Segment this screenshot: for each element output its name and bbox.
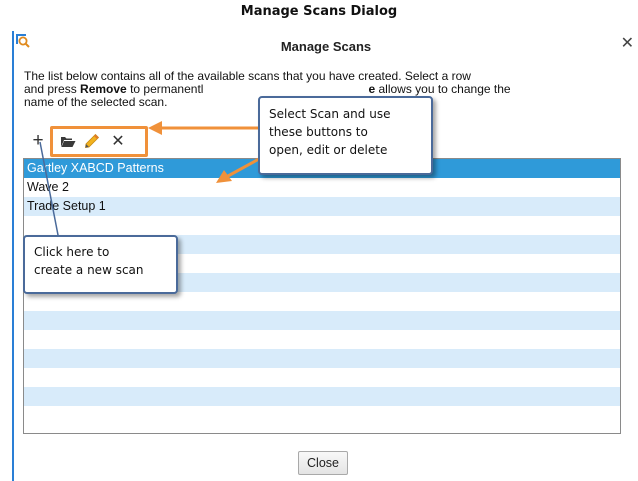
close-button[interactable]: Close xyxy=(298,451,348,475)
scan-row[interactable] xyxy=(24,349,620,368)
close-icon: ✕ xyxy=(111,133,125,150)
scan-row[interactable] xyxy=(24,292,620,311)
toolbar-callout: Select Scan and use these buttons to ope… xyxy=(258,96,433,175)
scan-row[interactable] xyxy=(24,330,620,349)
callout-line: create a new scan xyxy=(34,263,144,277)
callout-line: Select Scan and use xyxy=(269,107,391,121)
description-line-3: name of the selected scan. xyxy=(24,95,168,109)
callout-line: open, edit or delete xyxy=(269,143,388,157)
scan-row[interactable] xyxy=(24,406,620,425)
scan-toolbar: + ✕ xyxy=(28,131,140,151)
folder-open-icon xyxy=(61,136,76,147)
plus-icon: + xyxy=(32,130,44,151)
remove-keyword: Remove xyxy=(80,82,127,96)
delete-scan-button[interactable]: ✕ xyxy=(108,131,128,151)
scan-row[interactable] xyxy=(24,387,620,406)
scan-row[interactable] xyxy=(24,368,620,387)
scan-row[interactable] xyxy=(24,216,620,235)
description-line-2a: and press xyxy=(24,82,81,96)
scan-list[interactable]: Gartley XABCD Patterns Wave 2 Trade Setup … xyxy=(23,158,621,434)
title-bar[interactable]: Manage Scans ✕ xyxy=(14,31,638,59)
figure-caption: Manage Scans Dialog xyxy=(240,4,398,19)
open-scan-button[interactable] xyxy=(58,131,78,151)
description-line-1: The list below contains all of the avail… xyxy=(24,69,471,83)
scan-row[interactable]: Wave 2 xyxy=(24,178,620,197)
add-scan-button[interactable]: + xyxy=(28,131,48,151)
description-line-2c: allows you to change the xyxy=(375,82,511,96)
scan-row[interactable] xyxy=(24,311,620,330)
pencil-icon xyxy=(85,133,100,148)
edit-scan-button[interactable] xyxy=(82,131,102,151)
dialog-title: Manage Scans xyxy=(280,39,372,54)
scan-row[interactable]: Trade Setup 1 xyxy=(24,197,620,216)
close-icon[interactable]: ✕ xyxy=(621,36,634,52)
window-edge xyxy=(12,31,14,481)
description-line-2b: to permanentl xyxy=(126,82,204,96)
callout-line: these buttons to xyxy=(269,125,368,139)
add-callout: Click here to create a new scan xyxy=(23,235,178,294)
callout-line: Click here to xyxy=(34,245,110,259)
